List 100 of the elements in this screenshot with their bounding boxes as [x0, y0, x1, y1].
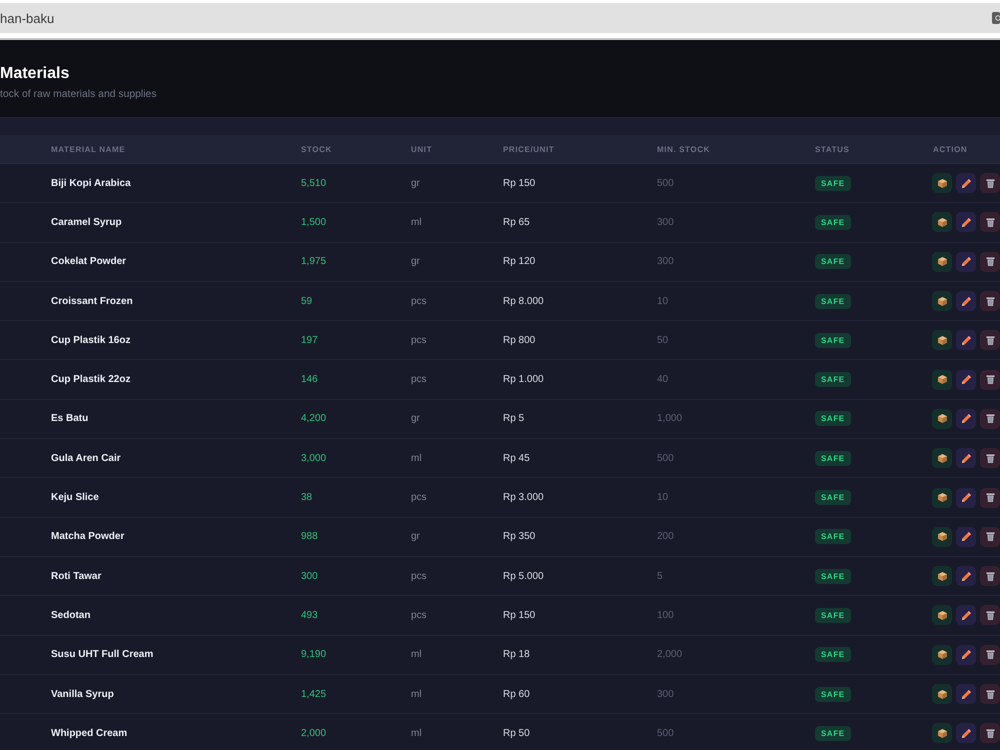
status-badge: SAFE [815, 686, 851, 702]
column-header: STATUS [815, 144, 850, 154]
status-badge: SAFE [815, 332, 851, 348]
delete-button[interactable] [980, 723, 1000, 744]
restock-button[interactable] [932, 212, 952, 232]
edit-button[interactable] [956, 291, 976, 312]
status-badge: SAFE [815, 411, 851, 426]
box-icon [938, 454, 946, 463]
min-stock-cell-text: 50 [657, 334, 670, 346]
status-badge: SAFE [815, 647, 851, 662]
restock-button[interactable] [932, 408, 952, 429]
address-field[interactable]: han-baku [0, 3, 1000, 33]
edit-button[interactable] [956, 408, 976, 429]
restock-button[interactable] [932, 252, 952, 272]
edit-button[interactable] [956, 330, 976, 350]
edit-button[interactable] [956, 526, 976, 547]
tile-icon[interactable] [992, 12, 1000, 24]
restock-button[interactable] [932, 723, 952, 744]
trash-icon [986, 257, 994, 266]
restock-button[interactable] [932, 605, 952, 626]
min-stock-cell-text: 100 [657, 610, 675, 621]
box-icon [938, 178, 946, 188]
box-icon [938, 610, 946, 620]
delete-button[interactable] [980, 408, 1000, 429]
material-name: Croissant Frozen [51, 296, 134, 307]
edit-button[interactable] [956, 212, 976, 232]
delete-button[interactable] [980, 291, 1000, 312]
status-badge: SAFE [815, 254, 851, 270]
restock-button[interactable] [932, 330, 952, 350]
box-icon [938, 650, 946, 660]
delete-button[interactable] [980, 252, 1000, 272]
page-title: Materials [0, 64, 70, 84]
edit-button[interactable] [956, 173, 976, 194]
edit-button[interactable] [956, 252, 976, 272]
box-icon [938, 690, 946, 698]
pencil-icon [962, 336, 970, 345]
delete-button[interactable] [980, 212, 1000, 232]
edit-button[interactable] [956, 566, 976, 586]
delete-button[interactable] [980, 173, 1000, 194]
box-icon [938, 532, 946, 542]
edit-button[interactable] [956, 488, 976, 508]
restock-button[interactable] [932, 448, 952, 468]
unit-cell-text: ml [411, 688, 423, 700]
pencil-icon [962, 572, 970, 581]
material-name: Gula Aren Cair [51, 452, 122, 464]
status-badge: SAFE [815, 568, 851, 584]
delete-button[interactable] [980, 488, 1000, 508]
stock-cell-text: 1,975 [301, 256, 328, 268]
delete-button[interactable] [980, 370, 1000, 390]
min-stock-cell-text: 300 [657, 256, 675, 268]
min-stock-cell-text: 300 [657, 216, 675, 228]
price-cell-text: Rp 45 [503, 452, 531, 464]
pencil-icon [962, 218, 970, 227]
stock-cell-text: 38 [301, 492, 314, 504]
trash-icon [986, 375, 994, 384]
edit-button[interactable] [956, 723, 976, 744]
column-header: UNIT [411, 144, 434, 154]
restock-button[interactable] [932, 644, 952, 665]
restock-button[interactable] [932, 566, 952, 586]
restock-button[interactable] [932, 488, 952, 508]
edit-button[interactable] [956, 644, 976, 665]
trash-icon [986, 493, 994, 502]
status-badge: SAFE [815, 176, 851, 191]
restock-button[interactable] [932, 684, 952, 704]
edit-button[interactable] [956, 370, 976, 390]
material-name: Whipped Cream [51, 728, 128, 739]
restock-button[interactable] [932, 526, 952, 547]
unit-cell-text: gr [411, 413, 421, 424]
column-header: STOCK [301, 144, 333, 154]
box-icon [938, 493, 946, 502]
material-name: Biji Kopi Arabica [51, 178, 132, 189]
restock-button[interactable] [932, 173, 952, 194]
trash-icon [986, 218, 994, 227]
trash-icon [986, 178, 994, 188]
status-badge: SAFE [815, 294, 851, 309]
unit-cell-text: ml [411, 452, 423, 464]
material-name: Caramel Syrup [51, 216, 123, 228]
delete-button[interactable] [980, 684, 1000, 704]
stock-cell-text: 988 [301, 531, 319, 542]
trash-icon [986, 296, 994, 306]
pencil-icon [962, 532, 970, 542]
edit-button[interactable] [956, 605, 976, 626]
edit-button[interactable] [956, 448, 976, 468]
delete-button[interactable] [980, 644, 1000, 665]
material-name: Susu UHT Full Cream [51, 649, 154, 660]
delete-button[interactable] [980, 330, 1000, 350]
delete-button[interactable] [980, 566, 1000, 586]
edit-button[interactable] [956, 684, 976, 704]
restock-button[interactable] [932, 291, 952, 312]
unit-cell-text: pcs [411, 334, 428, 346]
delete-button[interactable] [980, 605, 1000, 626]
status-badge: SAFE [815, 372, 851, 388]
stock-cell-text: 5,510 [301, 178, 328, 189]
stock-cell-text: 59 [301, 296, 314, 307]
delete-button[interactable] [980, 526, 1000, 547]
restock-button[interactable] [932, 370, 952, 390]
delete-button[interactable] [980, 448, 1000, 468]
price-cell-text: Rp 5 [503, 413, 526, 424]
column-header: MATERIAL NAME [51, 144, 126, 154]
price-cell-text: Rp 5.000 [503, 570, 545, 582]
